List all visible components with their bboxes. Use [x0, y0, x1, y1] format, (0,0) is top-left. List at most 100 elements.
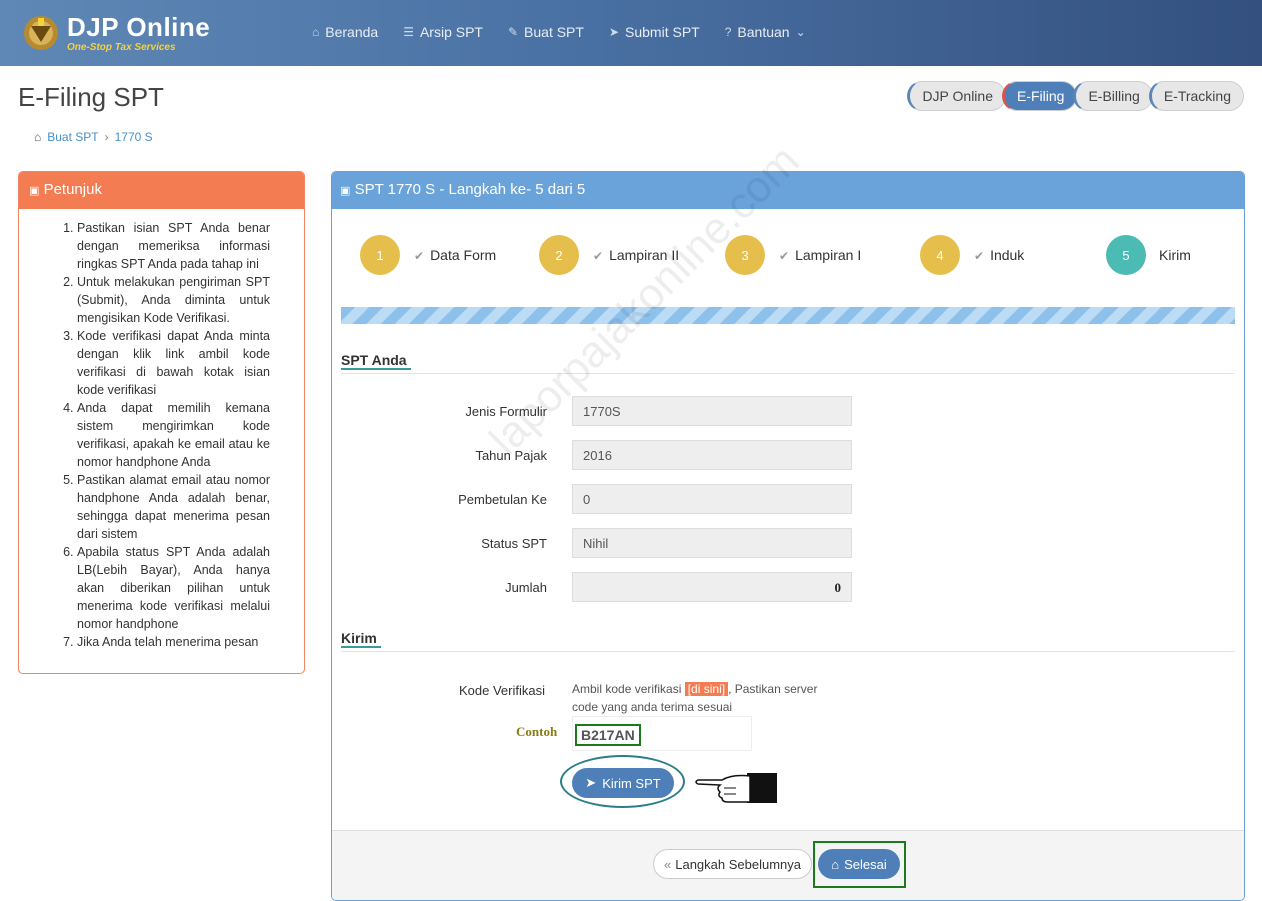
step-label: Induk — [990, 247, 1025, 263]
breadcrumb-buat-spt[interactable]: Buat SPT — [47, 130, 98, 144]
field-tahun-pajak: Tahun Pajak 2016 — [332, 440, 1244, 470]
step-label: Lampiran II — [609, 247, 680, 263]
selesai-label: Selesai — [844, 856, 887, 872]
step-5[interactable]: 5 Kirim — [1106, 235, 1191, 275]
step-number: 1 — [360, 235, 400, 275]
kode-verifikasi-label: Kode Verifikasi — [459, 683, 545, 698]
section-underline — [341, 368, 411, 370]
step-number: 4 — [920, 235, 960, 275]
list-item: Kode verifikasi dapat Anda minta dengan … — [77, 327, 270, 399]
langkah-sebelumnya-button[interactable]: « Langkah Sebelumnya — [653, 849, 812, 879]
list-item: Pastikan alamat email atau nomor handpho… — [77, 471, 270, 543]
contoh-label: Contoh — [516, 724, 558, 739]
petunjuk-body: Pastikan isian SPT Anda benar dengan mem… — [19, 209, 304, 651]
spt-panel-header: ▣ SPT 1770 S - Langkah ke- 5 dari 5 — [332, 172, 1244, 209]
spt-panel-title: SPT 1770 S - Langkah ke- 5 dari 5 — [354, 181, 586, 198]
ambil-kode-link[interactable]: [di sini] — [684, 682, 729, 696]
list-item: Untuk melakukan pengiriman SPT (Submit),… — [77, 273, 270, 327]
nav-beranda[interactable]: ⌂ Beranda — [312, 24, 378, 40]
list-item: Apabila status SPT Anda adalah LB(Lebih … — [77, 543, 270, 633]
list-item: Jika Anda telah menerima pesan — [77, 633, 270, 651]
kode-verifikasi-hint: Ambil kode verifikasi [di sini], Pastika… — [572, 682, 818, 714]
step-label: Lampiran I — [795, 247, 862, 263]
jumlah-input: 0 — [572, 572, 852, 602]
pembetulan-input: 0 — [572, 484, 852, 514]
tab-e-tracking[interactable]: E-Tracking — [1148, 81, 1244, 111]
step-number: 3 — [725, 235, 765, 275]
section-divider — [341, 373, 1235, 374]
field-label: Status SPT — [481, 536, 547, 551]
tahun-pajak-input: 2016 — [572, 440, 852, 470]
gift-icon: ▣ — [340, 185, 351, 197]
step-3[interactable]: 3 ✔ Lampiran I — [725, 235, 861, 275]
check-icon: ✔ — [414, 249, 425, 263]
check-icon: ✔ — [779, 249, 790, 263]
field-pembetulan: Pembetulan Ke 0 — [332, 484, 1244, 514]
kirim-spt-button[interactable]: ➤ Kirim SPT — [572, 768, 674, 798]
home-icon[interactable]: ⌂ — [34, 130, 41, 144]
main-nav: ⌂ Beranda ☰ Arsip SPT ✎ Buat SPT ➤ Submi… — [312, 24, 831, 40]
nav-label: Beranda — [325, 24, 379, 40]
nav-label: Arsip SPT — [419, 24, 483, 40]
step-number: 5 — [1106, 235, 1146, 275]
spt-main-panel: ▣ SPT 1770 S - Langkah ke- 5 dari 5 1 ✔ D… — [331, 171, 1245, 901]
field-label: Tahun Pajak — [475, 448, 547, 463]
module-tabs: DJP Online E-Filing E-Billing E-Tracking — [907, 81, 1244, 111]
field-label: Jumlah — [505, 580, 547, 595]
field-jumlah: Jumlah 0 — [332, 572, 1244, 602]
paper-plane-icon: ➤ — [608, 25, 620, 39]
question-icon: ? — [724, 25, 732, 39]
gift-icon: ▣ — [29, 185, 40, 197]
field-label: Pembetulan Ke — [458, 492, 547, 507]
section-spt-anda: SPT Anda — [341, 352, 407, 368]
chevron-down-icon: ⌄ — [795, 25, 806, 39]
double-chevron-left-icon: « — [664, 856, 672, 872]
step-4[interactable]: 4 ✔ Induk — [920, 235, 1024, 275]
petunjuk-title: Petunjuk — [43, 181, 102, 198]
petunjuk-list: Pastikan isian SPT Anda benar dengan mem… — [77, 219, 270, 651]
djp-logo-icon — [24, 16, 58, 50]
jenis-formulir-input: 1770S — [572, 396, 852, 426]
petunjuk-header: ▣ Petunjuk — [19, 172, 304, 209]
nav-bantuan[interactable]: ? Bantuan ⌄ — [725, 24, 806, 40]
nav-arsip-spt[interactable]: ☰ Arsip SPT — [403, 24, 483, 40]
check-icon: ✔ — [593, 249, 604, 263]
field-label: Jenis Formulir — [465, 404, 547, 419]
wizard-steps: 1 ✔ Data Form 2 ✔ Lampiran II 3 ✔ Lampiran … — [332, 209, 1244, 309]
kirim-spt-label: Kirim SPT — [602, 775, 661, 791]
panel-footer: « Langkah Sebelumnya ⌂ Selesai — [332, 830, 1244, 900]
step-1[interactable]: 1 ✔ Data Form — [360, 235, 496, 275]
paper-plane-icon: ➤ — [585, 775, 597, 790]
section-divider — [341, 651, 1235, 652]
list-icon: ☰ — [403, 25, 414, 39]
kode-verifikasi-input[interactable]: B217AN — [572, 716, 752, 751]
home-icon: ⌂ — [831, 856, 840, 872]
status-spt-input: Nihil — [572, 528, 852, 558]
section-kirim: Kirim — [341, 630, 377, 646]
top-navbar: DJP Online One-Stop Tax Services ⌂ Beran… — [0, 0, 1262, 66]
tab-e-filing[interactable]: E-Filing — [1002, 81, 1078, 111]
breadcrumb-separator-icon: › — [104, 130, 109, 144]
home-icon: ⌂ — [312, 25, 320, 39]
nav-label: Bantuan — [737, 24, 790, 40]
selesai-button[interactable]: ⌂ Selesai — [818, 849, 900, 879]
nav-label: Buat SPT — [524, 24, 584, 40]
tab-e-billing[interactable]: E-Billing — [1073, 81, 1153, 111]
prev-label: Langkah Sebelumnya — [675, 856, 801, 872]
nav-buat-spt[interactable]: ✎ Buat SPT — [508, 24, 584, 40]
tab-djp-online[interactable]: DJP Online — [907, 81, 1006, 111]
nav-submit-spt[interactable]: ➤ Submit SPT — [609, 24, 700, 40]
list-item: Pastikan isian SPT Anda benar dengan mem… — [77, 219, 270, 273]
step-2[interactable]: 2 ✔ Lampiran II — [539, 235, 679, 275]
kode-example-value: B217AN — [575, 724, 641, 746]
breadcrumb-1770s[interactable]: 1770 S — [115, 130, 153, 144]
step-label: Kirim — [1159, 247, 1191, 263]
step-label: Data Form — [430, 247, 497, 263]
breadcrumb: ⌂ Buat SPT › 1770 S — [34, 130, 153, 144]
brand-name[interactable]: DJP Online — [67, 12, 210, 43]
section-underline — [341, 646, 381, 648]
field-jenis-formulir: Jenis Formulir 1770S — [332, 396, 1244, 426]
page-title: E-Filing SPT — [18, 82, 164, 112]
pointing-hand-icon — [695, 773, 777, 803]
progress-bar — [341, 307, 1235, 324]
